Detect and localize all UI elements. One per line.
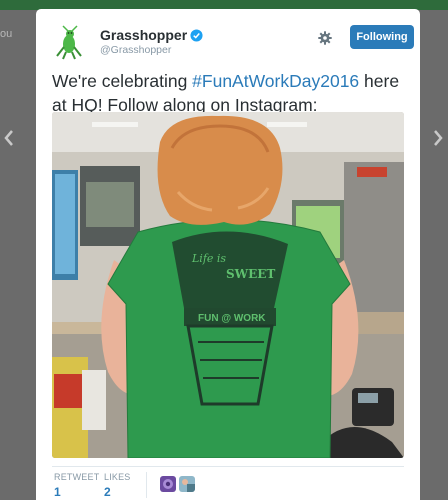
tweet-stats: RETWEET 1 LIKES 2 bbox=[52, 466, 404, 500]
liker-avatars bbox=[160, 476, 195, 492]
office-photo-illustration: ESP Life is SWEET FUN @ WORK bbox=[52, 112, 404, 458]
likes-count: 2 bbox=[104, 485, 111, 499]
tweet-text-part1: We're celebrating bbox=[52, 71, 193, 91]
account-names[interactable]: Grasshopper @Grasshopper bbox=[100, 27, 203, 56]
hashtag-link[interactable]: #FunAtWorkDay2016 bbox=[192, 71, 359, 91]
user-avatar-icon bbox=[160, 476, 176, 492]
gear-icon bbox=[318, 31, 332, 45]
handle[interactable]: @Grasshopper bbox=[100, 44, 203, 56]
user-avatar-icon bbox=[179, 476, 195, 492]
following-button[interactable]: Following bbox=[350, 25, 414, 49]
retweet-count: 1 bbox=[54, 485, 61, 499]
settings-button[interactable] bbox=[318, 31, 332, 45]
svg-text:SWEET: SWEET bbox=[226, 267, 275, 281]
retweet-stat[interactable]: RETWEET 1 bbox=[54, 472, 99, 499]
grasshopper-logo-icon bbox=[52, 25, 88, 61]
tweet-header: Grasshopper @Grasshopper Following bbox=[52, 25, 414, 61]
likes-stat[interactable]: LIKES 2 bbox=[104, 472, 131, 499]
avatar[interactable] bbox=[52, 25, 88, 61]
stats-divider bbox=[146, 472, 147, 498]
svg-text:FUN @ WORK: FUN @ WORK bbox=[198, 313, 266, 324]
next-tweet-button[interactable] bbox=[430, 128, 446, 152]
display-name[interactable]: Grasshopper bbox=[100, 27, 187, 43]
retweet-label: RETWEET bbox=[54, 472, 100, 482]
chevron-left-icon bbox=[4, 130, 13, 146]
tweet-photo[interactable]: ESP Life is SWEET FUN @ WORK bbox=[52, 112, 404, 458]
liker-avatar-2[interactable] bbox=[179, 476, 195, 492]
verified-badge-icon bbox=[190, 28, 203, 42]
previous-tweet-button[interactable] bbox=[1, 128, 17, 152]
svg-text:Life is: Life is bbox=[191, 252, 226, 265]
likes-label: LIKES bbox=[104, 472, 131, 482]
liker-avatar-1[interactable] bbox=[160, 476, 176, 492]
chevron-right-icon bbox=[434, 130, 443, 146]
backdrop-text: ou bbox=[0, 28, 13, 40]
tweet-modal: Grasshopper @Grasshopper Following We're… bbox=[36, 9, 420, 500]
